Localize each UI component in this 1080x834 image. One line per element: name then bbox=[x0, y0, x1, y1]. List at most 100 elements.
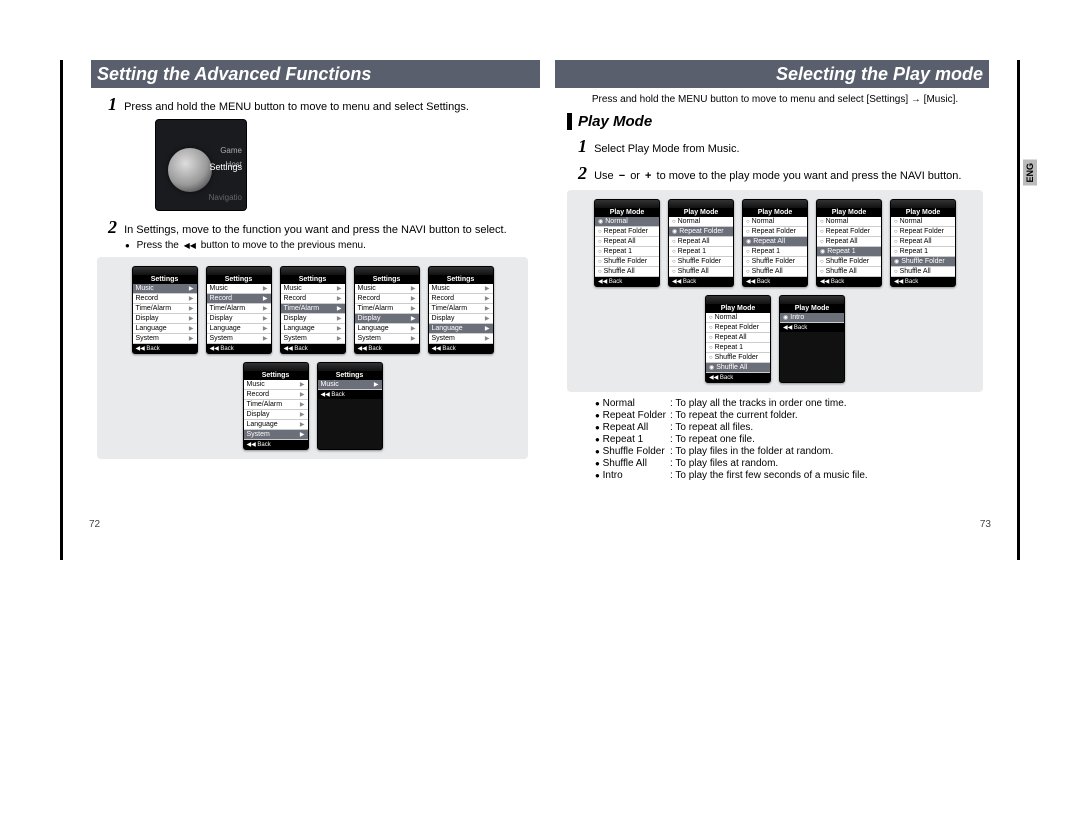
list-item: ○Normal bbox=[817, 217, 881, 227]
list-item: ◉Repeat Folder bbox=[669, 227, 733, 237]
list-item: ◉Intro bbox=[780, 313, 844, 323]
device-main-screenshot: Game Host Settings Navigatio bbox=[155, 119, 247, 211]
device-screenshot: Play Mode○Normal○Repeat Folder○Repeat Al… bbox=[890, 199, 956, 287]
device-screenshot: SettingsMusic▶Record▶Time/Alarm▶Display▶… bbox=[428, 266, 494, 354]
list-item: ◉Shuffle All bbox=[706, 363, 770, 373]
list-item: ○Repeat 1 bbox=[706, 343, 770, 353]
list-item: ○Repeat Folder bbox=[595, 227, 659, 237]
list-item: Display▶ bbox=[355, 314, 419, 324]
device-screenshot: SettingsMusic▶Record▶Time/Alarm▶Display▶… bbox=[354, 266, 420, 354]
list-item: Music▶ bbox=[429, 284, 493, 294]
list-item: ○Shuffle Folder bbox=[743, 257, 807, 267]
list-item: Language▶ bbox=[207, 324, 271, 334]
list-item: Display▶ bbox=[244, 410, 308, 420]
big-item: Navigatio bbox=[209, 193, 242, 202]
list-item: ○Repeat All bbox=[817, 237, 881, 247]
list-item: ○Repeat All bbox=[595, 237, 659, 247]
device-screenshot: Play Mode○Normal◉Repeat Folder○Repeat Al… bbox=[668, 199, 734, 287]
list-item: Record▶ bbox=[133, 294, 197, 304]
big-label: Settings bbox=[209, 162, 242, 172]
list-item: ○Repeat All bbox=[891, 237, 955, 247]
settings-screenshots-grid: SettingsMusic▶Record▶Time/Alarm▶Display▶… bbox=[97, 257, 528, 459]
table-row: ● Repeat Folder: To repeat the current f… bbox=[595, 410, 872, 422]
list-item: ○Repeat All bbox=[669, 237, 733, 247]
list-item: ○Shuffle All bbox=[817, 267, 881, 277]
list-item: Display▶ bbox=[429, 314, 493, 324]
list-item: ○Shuffle All bbox=[595, 267, 659, 277]
big-item: Game bbox=[220, 144, 242, 158]
step-1-text: Press and hold the MENU button to move t… bbox=[124, 101, 469, 113]
table-row: ● Shuffle Folder: To play files in the f… bbox=[595, 446, 872, 458]
list-item: Display▶ bbox=[207, 314, 271, 324]
list-item: Language▶ bbox=[244, 420, 308, 430]
device-screenshot: SettingsMusic▶Record▶Time/Alarm▶Display▶… bbox=[280, 266, 346, 354]
table-row: ● Repeat 1: To repeat one file. bbox=[595, 434, 872, 446]
table-row: ● Normal: To play all the tracks in orde… bbox=[595, 398, 872, 410]
left-step-1: 1 Press and hold the MENU button to move… bbox=[103, 94, 540, 115]
list-item: ○Repeat 1 bbox=[743, 247, 807, 257]
list-item: ○Shuffle Folder bbox=[706, 353, 770, 363]
right-step-1: 1 Select Play Mode from Music. bbox=[573, 136, 995, 157]
list-item: ○Shuffle All bbox=[891, 267, 955, 277]
list-item: ○Shuffle All bbox=[743, 267, 807, 277]
list-item: ○Repeat Folder bbox=[817, 227, 881, 237]
device-screenshot: SettingsMusic▶◀◀ Back bbox=[317, 362, 383, 450]
list-item: Music▶ bbox=[318, 380, 382, 390]
step-number: 1 bbox=[103, 94, 117, 115]
play-mode-legend: ● Normal: To play all the tracks in orde… bbox=[595, 398, 872, 482]
list-item: Music▶ bbox=[207, 284, 271, 294]
list-item: Language▶ bbox=[281, 324, 345, 334]
rewind-icon: ◀◀ bbox=[184, 241, 196, 250]
left-step-2: 2 In Settings, move to the function you … bbox=[103, 217, 540, 238]
list-item: Time/Alarm▶ bbox=[244, 400, 308, 410]
list-item: ○Repeat 1 bbox=[595, 247, 659, 257]
list-item: Time/Alarm▶ bbox=[429, 304, 493, 314]
device-screenshot: SettingsMusic▶Record▶Time/Alarm▶Display▶… bbox=[132, 266, 198, 354]
list-item: ○Normal bbox=[706, 313, 770, 323]
device-screenshot: Play Mode○Normal○Repeat Folder◉Repeat Al… bbox=[742, 199, 808, 287]
list-item: ◉Repeat 1 bbox=[817, 247, 881, 257]
list-item: Time/Alarm▶ bbox=[207, 304, 271, 314]
device-screenshot: Play Mode◉Normal○Repeat Folder○Repeat Al… bbox=[594, 199, 660, 287]
list-item: System▶ bbox=[355, 334, 419, 344]
right-step-2: 2 Use − or + to move to the play mode yo… bbox=[573, 163, 995, 184]
language-tab: ENG bbox=[1023, 160, 1037, 186]
list-item: Record▶ bbox=[355, 294, 419, 304]
list-item: ○Shuffle Folder bbox=[669, 257, 733, 267]
list-item: ○Repeat Folder bbox=[891, 227, 955, 237]
list-item: Music▶ bbox=[244, 380, 308, 390]
list-item: Record▶ bbox=[207, 294, 271, 304]
list-item: ○Repeat Folder bbox=[706, 323, 770, 333]
device-screenshot: SettingsMusic▶Record▶Time/Alarm▶Display▶… bbox=[243, 362, 309, 450]
minus-icon: − bbox=[619, 170, 625, 182]
gear-icon bbox=[168, 148, 212, 192]
list-item: System▶ bbox=[133, 334, 197, 344]
list-item: ○Shuffle Folder bbox=[595, 257, 659, 267]
list-item: Music▶ bbox=[133, 284, 197, 294]
device-screenshot: Play Mode○Normal○Repeat Folder○Repeat Al… bbox=[705, 295, 771, 383]
device-screenshot: Play Mode◉Intro◀◀ Back bbox=[779, 295, 845, 383]
list-item: ○Repeat Folder bbox=[743, 227, 807, 237]
list-item: Language▶ bbox=[355, 324, 419, 334]
list-item: Music▶ bbox=[281, 284, 345, 294]
list-item: ◉Repeat All bbox=[743, 237, 807, 247]
list-item: Time/Alarm▶ bbox=[281, 304, 345, 314]
list-item: Record▶ bbox=[429, 294, 493, 304]
left-title: Setting the Advanced Functions bbox=[85, 60, 540, 88]
device-screenshot: Play Mode○Normal○Repeat Folder○Repeat Al… bbox=[816, 199, 882, 287]
page-number-right: 73 bbox=[980, 519, 991, 530]
step-2-text-a: Use bbox=[594, 170, 614, 182]
list-item: System▶ bbox=[429, 334, 493, 344]
list-item: ◉Normal bbox=[595, 217, 659, 227]
step-number: 2 bbox=[103, 217, 117, 238]
list-item: Language▶ bbox=[429, 324, 493, 334]
left-page: Setting the Advanced Functions 1 Press a… bbox=[60, 60, 540, 560]
list-item: ◉Shuffle Folder bbox=[891, 257, 955, 267]
list-item: Record▶ bbox=[244, 390, 308, 400]
list-item: Display▶ bbox=[281, 314, 345, 324]
list-item: ○Repeat 1 bbox=[669, 247, 733, 257]
step-number: 1 bbox=[573, 136, 587, 157]
step-2-text: In Settings, move to the function you wa… bbox=[124, 224, 507, 236]
list-item: Language▶ bbox=[133, 324, 197, 334]
list-item: System▶ bbox=[281, 334, 345, 344]
